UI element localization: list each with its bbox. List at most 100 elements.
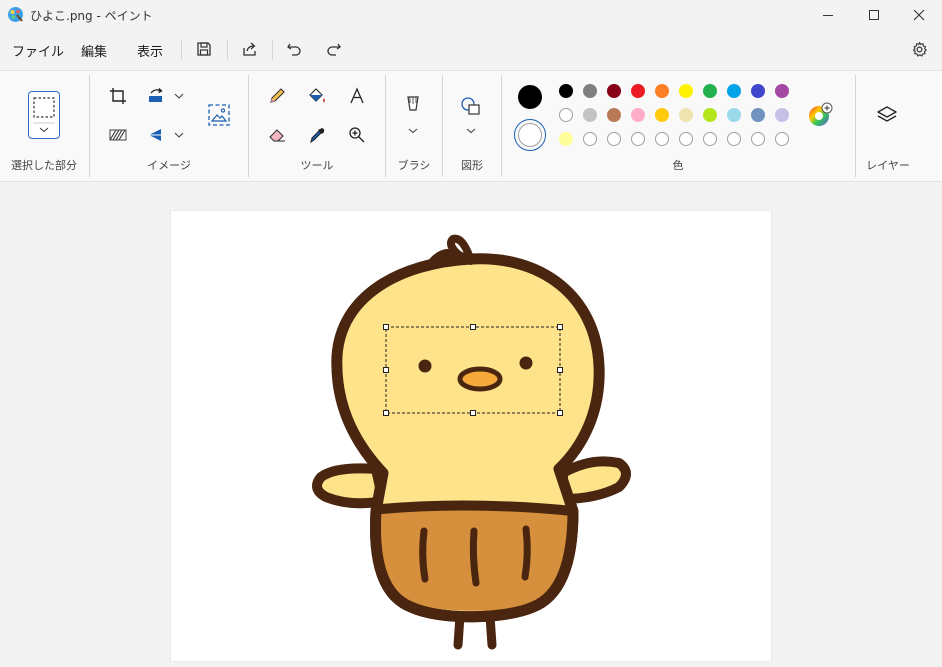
share-icon <box>243 42 256 56</box>
close-icon <box>913 9 925 21</box>
color-wheel-icon <box>809 102 833 126</box>
selection-group-label: 選択した部分 <box>11 159 77 172</box>
color-swatch[interactable] <box>607 108 621 122</box>
drawing-canvas[interactable] <box>171 211 771 661</box>
color-swatch[interactable] <box>703 132 717 146</box>
rotate-button[interactable] <box>144 82 188 110</box>
fill-button[interactable] <box>303 82 331 110</box>
menu-divider <box>272 40 273 60</box>
color-swatch[interactable] <box>607 84 621 98</box>
maximize-icon <box>869 10 879 20</box>
resize-icon <box>109 129 127 141</box>
pencil-button[interactable] <box>263 82 291 110</box>
ribbon-divider <box>89 75 90 177</box>
color-swatch[interactable] <box>631 108 645 122</box>
color-swatch[interactable] <box>727 84 741 98</box>
paint-app-icon <box>8 7 23 22</box>
rotate-icon <box>149 88 184 102</box>
color-swatch[interactable] <box>655 132 669 146</box>
redo-button[interactable] <box>321 36 347 62</box>
color-swatch[interactable] <box>559 108 573 122</box>
color-swatch[interactable] <box>751 84 765 98</box>
color-swatch[interactable] <box>559 132 573 146</box>
menu-divider <box>227 40 228 60</box>
shapes-icon <box>461 97 480 134</box>
layers-button[interactable] <box>873 101 901 129</box>
menu-view[interactable]: 表示 <box>137 41 163 60</box>
color-swatch[interactable] <box>775 132 789 146</box>
color-picker-button[interactable] <box>303 121 331 149</box>
crop-button[interactable] <box>104 82 132 110</box>
shapes-button[interactable] <box>457 91 485 137</box>
edit-colors-button[interactable] <box>806 101 834 129</box>
undo-button[interactable] <box>281 36 307 62</box>
color-swatch[interactable] <box>631 132 645 146</box>
share-button[interactable] <box>237 36 263 62</box>
gear-icon <box>912 41 927 57</box>
color-swatch[interactable] <box>559 84 573 98</box>
color-swatch[interactable] <box>775 84 789 98</box>
flip-button[interactable] <box>144 121 188 149</box>
save-button[interactable] <box>191 36 217 62</box>
image-select-icon <box>208 104 230 126</box>
layers-group-label: レイヤー <box>866 159 910 172</box>
magnifier-button[interactable] <box>343 121 371 149</box>
color-swatch[interactable] <box>727 132 741 146</box>
settings-button[interactable] <box>906 36 932 62</box>
image-properties-button[interactable] <box>205 101 233 129</box>
color-swatch[interactable] <box>751 132 765 146</box>
color-swatch[interactable] <box>655 84 669 98</box>
color-swatch[interactable] <box>703 108 717 122</box>
flip-icon <box>149 129 184 141</box>
image-group-label: イメージ <box>147 159 191 172</box>
color-swatch[interactable] <box>703 84 717 98</box>
eraser-button[interactable] <box>263 121 291 149</box>
close-button[interactable] <box>896 0 942 30</box>
shapes-group-label: 図形 <box>461 159 483 172</box>
ribbon-divider <box>855 75 856 177</box>
maximize-button[interactable] <box>851 0 897 30</box>
rectangle-select-icon <box>33 97 55 133</box>
minimize-button[interactable] <box>805 0 851 30</box>
redo-icon <box>327 43 341 56</box>
color-swatch[interactable] <box>607 132 621 146</box>
menu-divider <box>181 40 182 60</box>
chick-illustration <box>312 234 631 650</box>
window-title: ひよこ.png - ペイント <box>30 9 153 23</box>
menu-file[interactable]: ファイル <box>12 41 64 60</box>
color-swatch[interactable] <box>631 84 645 98</box>
title-bar: ひよこ.png - ペイント <box>0 0 942 30</box>
color-swatch[interactable] <box>751 108 765 122</box>
eyedropper-icon <box>310 128 325 144</box>
color-swatch[interactable] <box>727 108 741 122</box>
resize-button[interactable] <box>104 121 132 149</box>
primary-color[interactable] <box>518 85 542 109</box>
brush-icon <box>407 96 419 134</box>
color-swatch[interactable] <box>655 108 669 122</box>
menu-bar: ファイル 編集 表示 <box>0 32 942 68</box>
color-swatch[interactable] <box>583 108 597 122</box>
minimize-icon <box>823 15 833 16</box>
ribbon-divider <box>385 75 386 177</box>
text-button[interactable] <box>343 82 371 110</box>
save-icon <box>197 42 211 56</box>
brushes-group-label: ブラシ <box>397 159 431 172</box>
secondary-color[interactable] <box>514 119 546 151</box>
color-swatch[interactable] <box>679 108 693 122</box>
color-swatch[interactable] <box>679 132 693 146</box>
ribbon-toolbar: 選択した部分 イメージ ツール ブラシ 図形 色 レイヤー <box>0 70 942 182</box>
pencil-icon <box>270 88 285 103</box>
ribbon-divider <box>248 75 249 177</box>
tools-group-label: ツール <box>300 159 334 172</box>
menu-edit[interactable]: 編集 <box>81 41 107 60</box>
color-swatch[interactable] <box>583 84 597 98</box>
color-swatch[interactable] <box>679 84 693 98</box>
crop-icon <box>110 88 126 104</box>
text-icon <box>350 87 364 104</box>
ribbon-divider <box>442 75 443 177</box>
color-swatch[interactable] <box>775 108 789 122</box>
brushes-button[interactable] <box>399 91 427 137</box>
ribbon-divider <box>501 75 502 177</box>
color-swatch[interactable] <box>583 132 597 146</box>
selection-button[interactable] <box>28 91 60 139</box>
